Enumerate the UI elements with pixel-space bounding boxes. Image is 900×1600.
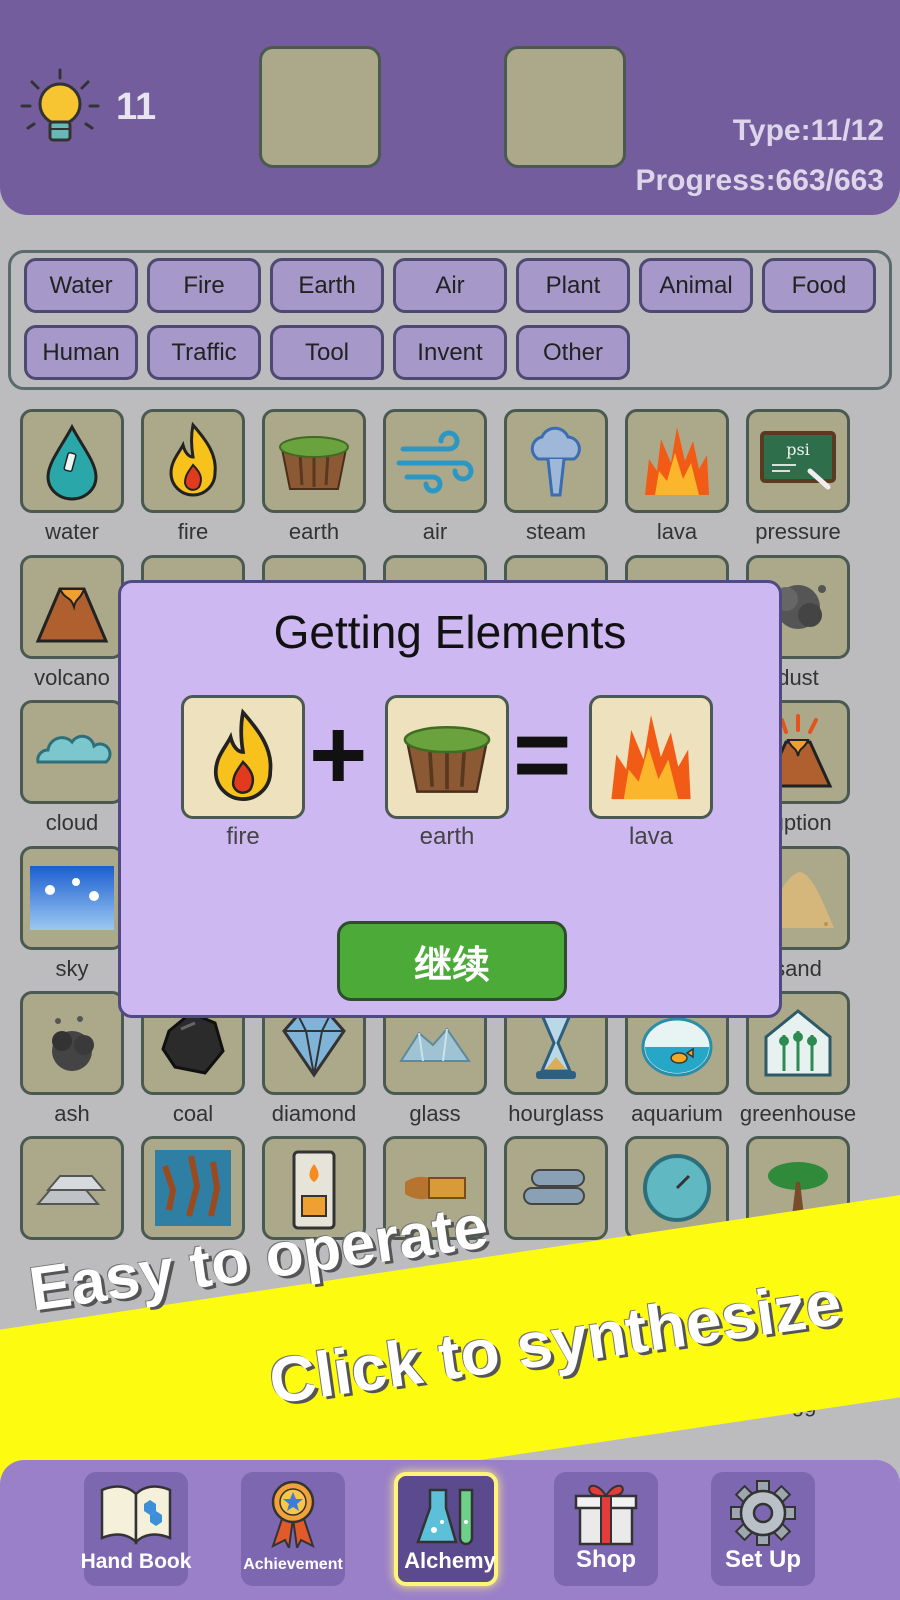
progress-counter: Progress:663/663 — [635, 164, 885, 197]
fire-flame-icon — [213, 708, 273, 801]
element-air[interactable]: air — [373, 409, 497, 555]
volcano-icon — [35, 587, 109, 643]
dialog-input-2-tile — [385, 695, 509, 819]
nav-shop-button[interactable]: Shop — [554, 1472, 658, 1586]
lava-flame-icon — [611, 714, 691, 800]
lava-flame-icon — [645, 427, 709, 495]
element-lava[interactable]: lava — [615, 409, 739, 555]
dialog-result-label: lava — [628, 823, 674, 850]
category-food-button[interactable]: Food — [762, 258, 876, 313]
hint-count: 11 — [116, 86, 157, 128]
category-tool-button[interactable]: Tool — [270, 325, 384, 380]
clock-icon — [643, 1154, 711, 1222]
element-cloud[interactable]: cloud — [10, 700, 134, 846]
metal-ingot-icon — [35, 1175, 107, 1205]
type-counter: Type:11/12 — [732, 114, 884, 147]
category-fire-button[interactable]: Fire — [147, 258, 261, 313]
category-traffic-button[interactable]: Traffic — [147, 325, 261, 380]
pressure-chalkboard-icon: psi — [760, 431, 836, 490]
dialog-input-1-tile — [181, 695, 305, 819]
continue-button[interactable]: 继续 — [337, 921, 567, 1001]
category-other-button[interactable]: Other — [516, 325, 630, 380]
category-air-button[interactable]: Air — [393, 258, 507, 313]
element-volcano[interactable]: volcano — [10, 555, 134, 701]
water-drop-icon — [46, 423, 98, 501]
earth-island-icon — [403, 726, 491, 793]
element-sky[interactable]: sky — [10, 846, 134, 992]
nav-handbook-button[interactable]: Hand Book — [81, 1472, 191, 1586]
equals-icon: = — [513, 699, 572, 811]
dialog-result-tile — [589, 695, 713, 819]
gear-icon — [730, 1480, 796, 1546]
lightbulb-icon[interactable] — [18, 66, 102, 150]
air-wind-icon — [396, 430, 474, 494]
fire-flame-icon — [169, 421, 217, 497]
category-panel: Water Fire Earth Air Plant Animal Food H… — [8, 250, 892, 390]
dialog-input-2-label: earth — [419, 823, 475, 850]
nav-setup-button[interactable]: Set Up — [711, 1472, 815, 1586]
combine-slot-1[interactable] — [259, 46, 381, 168]
nav-alchemy-button[interactable]: Alchemy — [394, 1472, 498, 1586]
category-human-button[interactable]: Human — [24, 325, 138, 380]
steam-cloud-icon — [530, 426, 581, 497]
flask-icon — [416, 1488, 474, 1546]
bottom-nav: Hand Book Achievement Alchemy Shop Set U… — [0, 1460, 900, 1600]
category-plant-button[interactable]: Plant — [516, 258, 630, 313]
element-water[interactable]: water — [10, 409, 134, 555]
dialog-input-1-label: fire — [226, 823, 260, 850]
combine-slot-2[interactable] — [504, 46, 626, 168]
nav-achievement-button[interactable]: Achievement — [241, 1472, 345, 1586]
category-animal-button[interactable]: Animal — [639, 258, 753, 313]
pipe-icon — [523, 1169, 585, 1205]
element-earth[interactable]: earth — [252, 409, 376, 555]
ribbon-medal-icon — [271, 1480, 315, 1548]
cloud-icon — [36, 734, 112, 764]
gift-icon — [574, 1484, 638, 1546]
top-bar: 11 Type:11/12 Progress:663/663 — [0, 0, 900, 215]
earth-island-icon — [279, 436, 349, 490]
element-fire[interactable]: fire — [131, 409, 255, 555]
plus-icon: + — [309, 699, 368, 811]
dialog-title: Getting Elements — [273, 606, 627, 658]
element-pressure[interactable]: psi pressure — [736, 409, 860, 555]
svg-text:psi: psi — [786, 440, 810, 459]
category-water-button[interactable]: Water — [24, 258, 138, 313]
element-ash[interactable]: ash — [10, 991, 134, 1137]
rust-icon — [155, 1150, 231, 1226]
getting-elements-dialog: Getting Elements fire + earth = lava 继续 — [118, 580, 782, 1018]
ash-icon — [52, 1016, 94, 1071]
category-invent-button[interactable]: Invent — [393, 325, 507, 380]
category-earth-button[interactable]: Earth — [270, 258, 384, 313]
book-icon — [100, 1485, 172, 1546]
sky-icon — [30, 866, 114, 930]
element-steam[interactable]: steam — [494, 409, 618, 555]
